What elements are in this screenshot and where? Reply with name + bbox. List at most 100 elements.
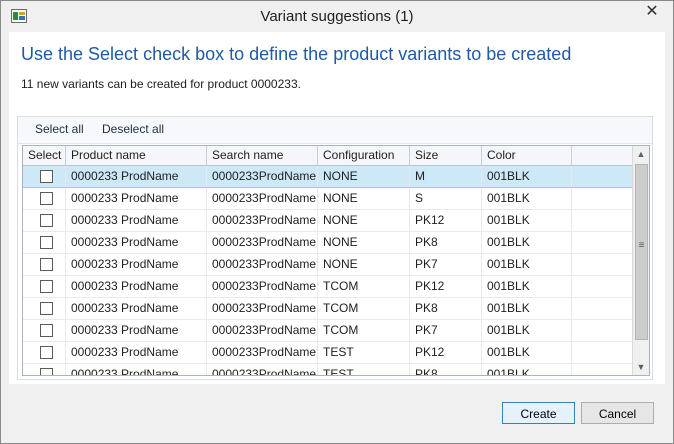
cell-size[interactable]: PK8 [410, 298, 482, 319]
cell-configuration[interactable]: TEST [318, 342, 410, 363]
cell-size[interactable]: PK12 [410, 210, 482, 231]
cell-color[interactable]: 001BLK [482, 364, 572, 375]
column-header-select[interactable]: Select [23, 146, 66, 165]
column-header-search-name[interactable]: Search name [207, 146, 318, 165]
cell-product-name[interactable]: 0000233 ProdName [66, 188, 207, 209]
table-row[interactable]: 0000233 ProdName 0000233ProdName NONE PK8 00… [23, 232, 633, 254]
cell-configuration[interactable]: NONE [318, 188, 410, 209]
select-checkbox[interactable] [40, 346, 53, 359]
dialog-content: Use the Select check box to define the p… [9, 32, 665, 384]
cell-color[interactable]: 001BLK [482, 320, 572, 341]
select-checkbox[interactable] [40, 170, 53, 183]
cell-select [23, 166, 66, 187]
cell-color[interactable]: 001BLK [482, 232, 572, 253]
column-header-size[interactable]: Size [410, 146, 482, 165]
cell-search-name[interactable]: 0000233ProdName [207, 166, 318, 187]
cell-configuration[interactable]: TEST [318, 364, 410, 375]
deselect-all-button[interactable]: Deselect all [102, 122, 164, 136]
table-row[interactable]: 0000233 ProdName 0000233ProdName TCOM PK7 00… [23, 320, 633, 342]
cell-size[interactable]: PK12 [410, 276, 482, 297]
cell-product-name[interactable]: 0000233 ProdName [66, 276, 207, 297]
select-checkbox[interactable] [40, 236, 53, 249]
select-checkbox[interactable] [40, 368, 53, 375]
cell-color[interactable]: 001BLK [482, 188, 572, 209]
cell-configuration[interactable]: NONE [318, 232, 410, 253]
select-checkbox[interactable] [40, 258, 53, 271]
scroll-down-icon[interactable]: ▼ [633, 359, 649, 375]
table-row[interactable]: 0000233 ProdName 0000233ProdName TEST PK12 0… [23, 342, 633, 364]
cell-size[interactable]: PK7 [410, 320, 482, 341]
close-button[interactable]: ✕ [637, 1, 667, 23]
grid-body: 0000233 ProdName 0000233ProdName NONE M 001B… [23, 166, 633, 375]
table-row[interactable]: 0000233 ProdName 0000233ProdName TCOM PK8 00… [23, 298, 633, 320]
create-button[interactable]: Create [502, 402, 575, 424]
cell-select [23, 320, 66, 341]
select-checkbox[interactable] [40, 280, 53, 293]
select-checkbox[interactable] [40, 324, 53, 337]
cell-configuration[interactable]: NONE [318, 166, 410, 187]
select-checkbox[interactable] [40, 302, 53, 315]
variants-grid-panel: Select all Deselect all Select Product n… [17, 116, 653, 380]
select-checkbox[interactable] [40, 192, 53, 205]
table-row[interactable]: 0000233 ProdName 0000233ProdName NONE PK7 00… [23, 254, 633, 276]
cell-search-name[interactable]: 0000233ProdName [207, 232, 318, 253]
cell-color[interactable]: 001BLK [482, 166, 572, 187]
cell-select [23, 254, 66, 275]
cell-select [23, 210, 66, 231]
cell-size[interactable]: PK8 [410, 232, 482, 253]
variant-count-text: 11 new variants can be created for produ… [21, 77, 301, 91]
cell-size[interactable]: M [410, 166, 482, 187]
cell-size[interactable]: S [410, 188, 482, 209]
cell-product-name[interactable]: 0000233 ProdName [66, 342, 207, 363]
cell-color[interactable]: 001BLK [482, 298, 572, 319]
variants-grid: Select Product name Search name Configur… [22, 145, 650, 376]
cell-select [23, 364, 66, 375]
cell-search-name[interactable]: 0000233ProdName [207, 254, 318, 275]
cell-configuration[interactable]: NONE [318, 254, 410, 275]
column-header-configuration[interactable]: Configuration [318, 146, 410, 165]
cell-product-name[interactable]: 0000233 ProdName [66, 364, 207, 375]
column-header-color[interactable]: Color [482, 146, 572, 165]
scroll-up-icon[interactable]: ▲ [633, 146, 649, 162]
scrollbar-thumb[interactable]: ≡ [635, 164, 648, 340]
select-checkbox[interactable] [40, 214, 53, 227]
cell-configuration[interactable]: TCOM [318, 320, 410, 341]
cell-configuration[interactable]: TCOM [318, 298, 410, 319]
cell-configuration[interactable]: NONE [318, 210, 410, 231]
cell-size[interactable]: PK8 [410, 364, 482, 375]
cell-product-name[interactable]: 0000233 ProdName [66, 232, 207, 253]
cell-search-name[interactable]: 0000233ProdName [207, 364, 318, 375]
cell-size[interactable]: PK7 [410, 254, 482, 275]
cell-search-name[interactable]: 0000233ProdName [207, 320, 318, 341]
cell-color[interactable]: 001BLK [482, 210, 572, 231]
cancel-button[interactable]: Cancel [581, 402, 654, 424]
grid-header: Select Product name Search name Configur… [23, 146, 633, 166]
table-row[interactable]: 0000233 ProdName 0000233ProdName NONE PK12 0… [23, 210, 633, 232]
table-row[interactable]: 0000233 ProdName 0000233ProdName NONE S 001B… [23, 188, 633, 210]
table-row[interactable]: 0000233 ProdName 0000233ProdName NONE M 001B… [23, 166, 633, 188]
cell-search-name[interactable]: 0000233ProdName [207, 298, 318, 319]
cell-select [23, 298, 66, 319]
cell-product-name[interactable]: 0000233 ProdName [66, 320, 207, 341]
cell-size[interactable]: PK12 [410, 342, 482, 363]
cell-search-name[interactable]: 0000233ProdName [207, 210, 318, 231]
cell-configuration[interactable]: TCOM [318, 276, 410, 297]
cell-search-name[interactable]: 0000233ProdName [207, 276, 318, 297]
table-row[interactable]: 0000233 ProdName 0000233ProdName TCOM PK12 0… [23, 276, 633, 298]
cell-search-name[interactable]: 0000233ProdName [207, 342, 318, 363]
cell-product-name[interactable]: 0000233 ProdName [66, 210, 207, 231]
cell-color[interactable]: 001BLK [482, 342, 572, 363]
cell-product-name[interactable]: 0000233 ProdName [66, 254, 207, 275]
cell-search-name[interactable]: 0000233ProdName [207, 188, 318, 209]
title-bar[interactable]: Variant suggestions (1) ✕ [1, 1, 673, 31]
cell-color[interactable]: 001BLK [482, 276, 572, 297]
cell-select [23, 276, 66, 297]
select-all-button[interactable]: Select all [35, 122, 84, 136]
cell-product-name[interactable]: 0000233 ProdName [66, 298, 207, 319]
column-header-product-name[interactable]: Product name [66, 146, 207, 165]
vertical-scrollbar[interactable]: ▲ ≡ ▼ [632, 146, 649, 375]
cell-select [23, 232, 66, 253]
cell-product-name[interactable]: 0000233 ProdName [66, 166, 207, 187]
cell-color[interactable]: 001BLK [482, 254, 572, 275]
table-row[interactable]: 0000233 ProdName 0000233ProdName TEST PK8 00… [23, 364, 633, 375]
